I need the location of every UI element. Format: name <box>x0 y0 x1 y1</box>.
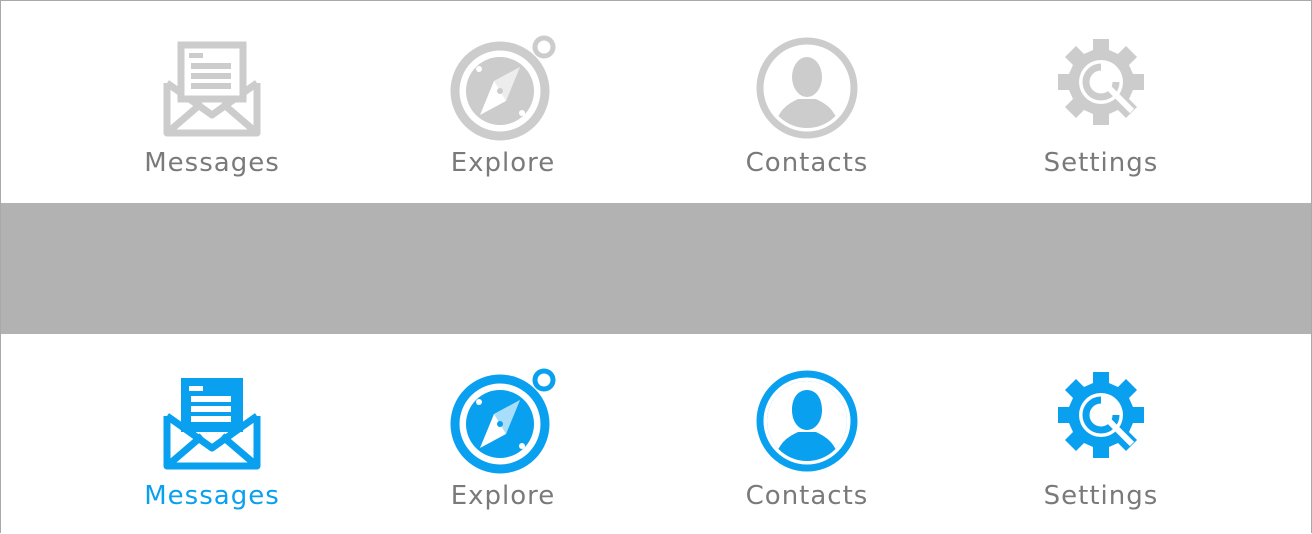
tab-label: Messages <box>144 148 280 178</box>
tab-label: Explore <box>450 481 556 511</box>
tab-explore[interactable]: Explore <box>353 1 653 201</box>
tab-label: Messages <box>144 481 280 511</box>
separator-band <box>1 203 1311 334</box>
tab-label: Contacts <box>745 481 869 511</box>
tab-bar-selected: Messages Explore Contacts Settings <box>1 334 1311 534</box>
gear-icon <box>1046 366 1156 476</box>
compass-icon <box>448 33 558 143</box>
tab-label: Contacts <box>745 148 869 178</box>
tab-settings[interactable]: Settings <box>951 1 1251 201</box>
tab-label: Explore <box>450 148 556 178</box>
envelope-icon <box>157 33 267 143</box>
compass-icon <box>448 366 558 476</box>
tab-contacts[interactable]: Contacts <box>657 1 957 201</box>
contact-icon <box>752 366 862 476</box>
gear-icon <box>1046 33 1156 143</box>
envelope-icon <box>157 366 267 476</box>
tab-explore-selected[interactable]: Explore <box>353 334 653 534</box>
tab-label: Settings <box>1043 481 1159 511</box>
tab-settings-selected[interactable]: Settings <box>951 334 1251 534</box>
screen: Messages Explore Contacts Settings Messa… <box>0 0 1312 534</box>
tab-contacts-selected[interactable]: Contacts <box>657 334 957 534</box>
tab-messages-selected[interactable]: Messages <box>62 334 362 534</box>
tab-messages[interactable]: Messages <box>62 1 362 201</box>
contact-icon <box>752 33 862 143</box>
tab-label: Settings <box>1043 148 1159 178</box>
tab-bar-default: Messages Explore Contacts Settings <box>1 1 1311 201</box>
